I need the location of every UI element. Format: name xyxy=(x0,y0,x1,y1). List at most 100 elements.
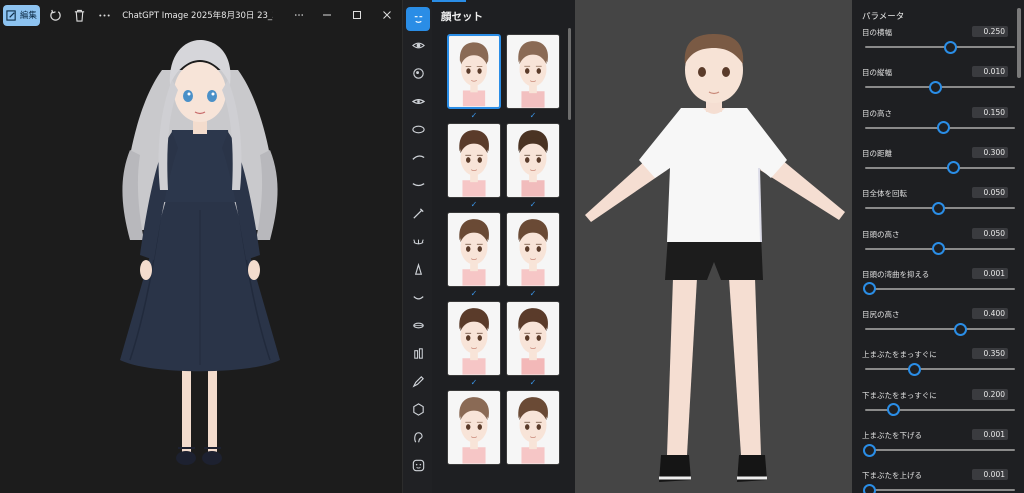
parameter-value-field[interactable]: 0.050 xyxy=(972,227,1008,239)
face-set-tool-icon[interactable] xyxy=(406,7,430,31)
parameter-slider-knob[interactable] xyxy=(931,242,945,255)
face-thumbnail[interactable] xyxy=(506,212,560,287)
edit-button[interactable]: 編集 xyxy=(3,4,40,26)
ear-tool-icon[interactable] xyxy=(406,425,430,449)
face-thumbnail[interactable] xyxy=(506,390,560,465)
face-preview-icon xyxy=(507,124,559,197)
parameter-slider-knob[interactable] xyxy=(863,282,876,296)
parameter-slider-knob[interactable] xyxy=(947,161,960,175)
iris-tool-icon[interactable] xyxy=(406,89,430,113)
parameter-slider-knob[interactable] xyxy=(954,322,967,336)
more-icon[interactable] xyxy=(92,2,117,28)
face-thumbnail[interactable] xyxy=(447,390,501,465)
parameter-slider-knob[interactable] xyxy=(931,201,945,215)
face-shape-tool-icon[interactable] xyxy=(406,117,430,141)
pupil-tool-icon[interactable] xyxy=(406,61,430,85)
face-preview-icon xyxy=(448,391,500,464)
parameter-label: 上まぶたを下げる xyxy=(862,431,922,440)
face-preview-icon xyxy=(507,213,559,286)
parameter-value-field[interactable]: 0.400 xyxy=(972,308,1008,320)
parameter-value-field[interactable]: 0.200 xyxy=(972,388,1008,400)
parameter-label: 上まぶたをまっすぐに xyxy=(862,350,937,360)
parameter-slider-knob[interactable] xyxy=(863,443,876,457)
check-icon: ✓ xyxy=(529,289,537,298)
parameter-slider-track[interactable] xyxy=(865,287,1015,290)
face-set-scrollbar[interactable] xyxy=(568,28,571,120)
parameter-value-field[interactable]: 0.010 xyxy=(972,66,1008,78)
eyebrow-tool-icon[interactable] xyxy=(406,145,430,169)
lips-tool-icon[interactable] xyxy=(406,313,430,337)
viewer-titlebar: 編集 ChatGPT Image 2025年8月30日 23_38_38.png xyxy=(0,0,402,30)
3d-viewport[interactable] xyxy=(575,0,852,493)
parameter-value-field[interactable]: 0.150 xyxy=(972,106,1008,118)
parameter-label: 目の縦幅 xyxy=(862,68,892,78)
parameter-slider-track[interactable] xyxy=(865,368,1015,371)
parameter-value-field[interactable]: 0.001 xyxy=(972,469,1008,481)
eyelash-tool-icon[interactable] xyxy=(406,173,430,197)
face-thumbnail[interactable] xyxy=(447,123,501,198)
check-icon: ✓ xyxy=(470,200,478,209)
parameter-slider-knob[interactable] xyxy=(886,403,900,417)
viewer-more-icon[interactable] xyxy=(287,0,312,30)
parameter-slider-knob[interactable] xyxy=(944,40,958,54)
parameter-slider-knob[interactable] xyxy=(907,362,921,376)
head-shape-tool-icon[interactable] xyxy=(406,397,430,421)
face-thumbnail[interactable] xyxy=(506,34,560,109)
parameter-label: 下まぶたを上げる xyxy=(862,471,922,481)
file-title: ChatGPT Image 2025年8月30日 23_38_38.png xyxy=(122,11,273,21)
face-preview-icon xyxy=(448,302,500,375)
face-thumbnail[interactable] xyxy=(447,212,501,287)
check-icon: ✓ xyxy=(470,378,478,387)
parameter-label: 目頭の湾曲を抑える xyxy=(862,269,930,279)
parameter-slider-track[interactable] xyxy=(865,46,1015,48)
minimize-icon[interactable] xyxy=(312,0,342,30)
eye-tool-icon[interactable] xyxy=(406,33,430,57)
close-icon[interactable] xyxy=(372,0,402,30)
face-preview-icon xyxy=(507,35,559,108)
parameter-label: 下まぶたをまっすぐに xyxy=(862,390,937,400)
anime-girl-illustration xyxy=(120,40,280,465)
face-set-title: 顔セット xyxy=(441,11,483,23)
nose-tool-icon[interactable] xyxy=(406,257,430,281)
parameter-value-field[interactable]: 0.250 xyxy=(972,26,1008,37)
lashes-tool-icon[interactable] xyxy=(406,229,430,253)
face-thumbnail[interactable] xyxy=(506,123,560,198)
parameter-scrollbar[interactable] xyxy=(1017,8,1021,78)
delete-icon[interactable] xyxy=(67,2,92,28)
mouth-tool-icon[interactable] xyxy=(406,285,430,309)
face-thumbnail[interactable] xyxy=(506,301,560,376)
parameter-slider-track[interactable] xyxy=(865,449,1015,451)
face-preview-icon xyxy=(448,213,500,286)
face-preview-icon xyxy=(449,36,499,107)
edit-button-label: 編集 xyxy=(19,11,37,21)
parameter-slider-knob[interactable] xyxy=(863,483,876,493)
check-icon: ✓ xyxy=(470,111,478,120)
parameter-slider-track[interactable] xyxy=(865,328,1015,331)
parameter-value-field[interactable]: 0.001 xyxy=(972,429,1008,440)
pen-tool-icon[interactable] xyxy=(406,369,430,393)
parameter-label: 目の横幅 xyxy=(862,28,892,37)
app-root: 編集 ChatGPT Image 2025年8月30日 23_38_38.png xyxy=(0,0,1024,493)
face-preview-icon xyxy=(448,124,500,197)
maximize-icon[interactable] xyxy=(342,0,372,30)
face-preview-icon xyxy=(507,302,559,375)
parameter-slider-knob[interactable] xyxy=(937,121,951,135)
parameter-value-field[interactable]: 0.350 xyxy=(972,348,1008,360)
tool-strip xyxy=(402,0,432,493)
parameter-slider-track[interactable] xyxy=(865,489,1015,492)
parameter-label: 目頭の高さ xyxy=(862,229,900,239)
parameter-slider-track[interactable] xyxy=(865,166,1015,169)
rotate-icon[interactable] xyxy=(43,2,68,28)
edit-icon xyxy=(6,9,16,21)
parameter-slider-knob[interactable] xyxy=(928,80,942,94)
parameter-value-field[interactable]: 0.300 xyxy=(972,146,1008,158)
face-thumbnail[interactable] xyxy=(447,34,501,109)
parameter-label: 目の距離 xyxy=(862,148,892,158)
brush-tool-icon[interactable] xyxy=(406,201,430,225)
parameter-panel: パラメータ 目の横幅 0.250 目の縦幅 0.010 目の高さ 0.150 目の距離 0.3… xyxy=(852,0,1024,493)
teeth-tool-icon[interactable] xyxy=(406,341,430,365)
face-thumbnail[interactable] xyxy=(447,301,501,376)
expression-tool-icon[interactable] xyxy=(406,453,430,477)
parameter-value-field[interactable]: 0.001 xyxy=(972,267,1008,279)
parameter-value-field[interactable]: 0.050 xyxy=(972,187,1008,199)
